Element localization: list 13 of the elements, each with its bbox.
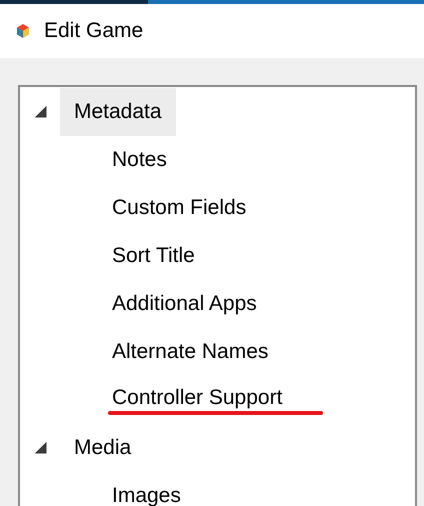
tree-item[interactable]: Images — [112, 483, 181, 506]
expanded-triangle-icon[interactable] — [35, 442, 47, 454]
tree-item[interactable]: Sort Title — [112, 243, 195, 269]
tree-item[interactable]: Metadata — [60, 88, 176, 136]
tree-item[interactable]: Notes — [112, 147, 167, 173]
expanded-triangle-icon[interactable] — [35, 106, 47, 118]
tree-item[interactable]: Alternate Names — [112, 339, 268, 365]
cube-icon — [16, 24, 30, 38]
window-title: Edit Game — [44, 18, 144, 44]
tree-item[interactable]: Custom Fields — [112, 195, 246, 221]
tree-item[interactable]: Controller Support — [112, 385, 282, 411]
tree-item[interactable]: Media — [60, 424, 146, 472]
tree-item[interactable]: Additional Apps — [112, 291, 257, 317]
